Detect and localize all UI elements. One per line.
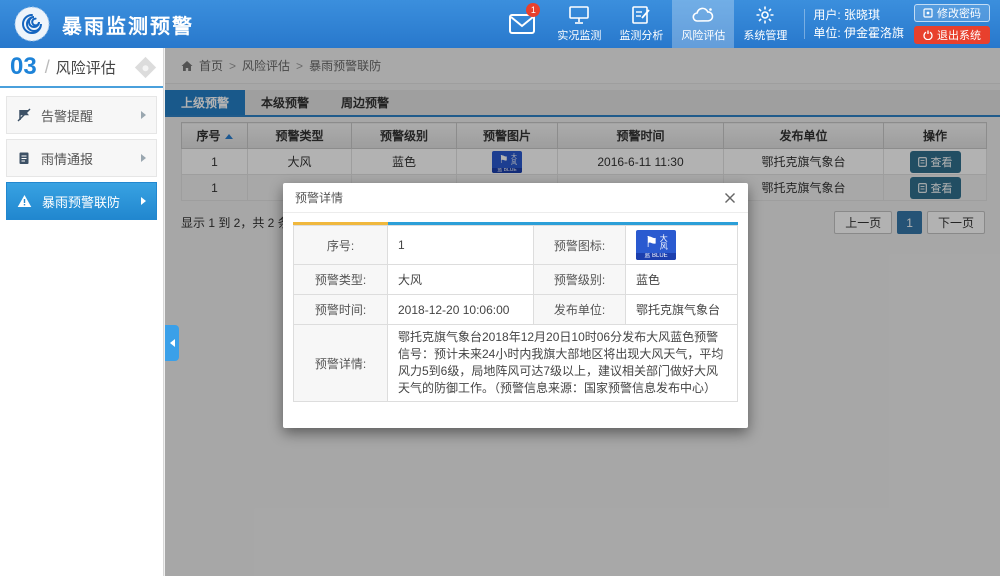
time-label: 预警时间: <box>294 295 388 325</box>
sidebar-collapse-handle[interactable] <box>165 325 179 361</box>
section-slash: / <box>45 57 50 78</box>
detail-label: 预警详情: <box>294 325 388 402</box>
seq-label: 序号: <box>294 226 388 265</box>
user-name: 用户: 张晓琪 <box>813 6 904 24</box>
warning-detail-table: 序号: 1 预警图标: ⚑大风 蓝 BLUE 预警类型: 大风 预警级别: 蓝色 <box>293 225 738 402</box>
wind-blue-warning-icon: ⚑大风 蓝 BLUE <box>636 230 676 260</box>
section-title: 风险评估 <box>56 57 116 78</box>
modal-body: 序号: 1 预警图标: ⚑大风 蓝 BLUE 预警类型: 大风 预警级别: 蓝色 <box>283 213 748 402</box>
sidebar-item-label: 暴雨预警联防 <box>42 192 120 211</box>
detail-row: 预警时间: 2018-12-20 10:06:00 发布单位: 鄂托克旗气象台 <box>294 295 738 325</box>
nav-item-monitor-analysis[interactable]: 监测分析 <box>610 0 672 48</box>
sidebar-item-rain-report[interactable]: 雨情通报 <box>6 139 157 177</box>
navbar-divider <box>804 9 805 39</box>
logout-label: 退出系统 <box>937 27 981 43</box>
detail-text: 鄂托克旗气象台2018年12月20日10时06分发布大风蓝色预警信号：预计未来2… <box>388 325 738 402</box>
alert-icon <box>17 108 31 122</box>
nav-item-risk-assessment[interactable]: 风险评估 <box>672 0 734 48</box>
power-icon <box>923 30 933 40</box>
weather-bureau-logo-icon <box>14 6 50 42</box>
logout-button[interactable]: 退出系统 <box>914 26 990 44</box>
unit-label: 发布单位: <box>534 295 626 325</box>
level-value: 蓝色 <box>626 265 738 295</box>
section-number: 03 <box>10 53 37 81</box>
modal-header: 预警详情 <box>283 183 748 213</box>
type-value: 大风 <box>388 265 534 295</box>
sidebar-item-label: 告警提醒 <box>41 106 93 125</box>
detail-row: 序号: 1 预警图标: ⚑大风 蓝 BLUE <box>294 226 738 265</box>
user-unit: 单位: 伊金霍洛旗 <box>813 24 904 42</box>
close-icon[interactable] <box>724 192 736 204</box>
chevron-right-icon <box>141 111 146 119</box>
nav-item-realtime-monitor[interactable]: 实况监测 <box>548 0 610 48</box>
sidebar-header: 03 / 风险评估 <box>0 48 163 88</box>
sidebar: 03 / 风险评估 告警提醒 <box>0 48 164 576</box>
navbar-buttons: 修改密码 退出系统 <box>914 4 990 44</box>
detail-row: 预警类型: 大风 预警级别: 蓝色 <box>294 265 738 295</box>
messages-button[interactable]: 1 <box>496 0 548 48</box>
app-title: 暴雨监测预警 <box>62 10 194 39</box>
message-count-badge: 1 <box>526 3 540 17</box>
arrow-left-icon <box>170 339 175 347</box>
time-value: 2018-12-20 10:06:00 <box>388 295 534 325</box>
nav-label: 系统管理 <box>743 27 787 43</box>
user-info: 用户: 张晓琪 单位: 伊金霍洛旗 <box>813 6 904 42</box>
chevron-right-icon <box>141 197 146 205</box>
diamond-icon <box>135 56 156 77</box>
key-icon <box>923 8 933 18</box>
report-icon <box>17 151 31 165</box>
icon-label: 预警图标: <box>534 226 626 265</box>
top-navbar: 暴雨监测预警 1 实况监测 <box>0 0 1000 48</box>
modal-title: 预警详情 <box>295 189 343 206</box>
change-password-button[interactable]: 修改密码 <box>914 4 990 22</box>
warning-detail-modal: 预警详情 序号: 1 预警图标: <box>283 183 748 428</box>
gear-icon <box>755 5 775 25</box>
sidebar-item-alert-reminder[interactable]: 告警提醒 <box>6 96 157 134</box>
change-password-label: 修改密码 <box>937 5 981 21</box>
level-label: 预警级别: <box>534 265 626 295</box>
detail-table-topline <box>293 222 738 225</box>
seq-value: 1 <box>388 226 534 265</box>
detail-row: 预警详情: 鄂托克旗气象台2018年12月20日10时06分发布大风蓝色预警信号… <box>294 325 738 402</box>
nav-label: 风险评估 <box>681 27 725 43</box>
nav-label: 监测分析 <box>619 27 663 43</box>
flag-glyph: ⚑ <box>645 233 658 251</box>
nav-label: 实况监测 <box>557 27 601 43</box>
sidebar-item-rainstorm-joint-defense[interactable]: 暴雨预警联防 <box>6 182 157 220</box>
chevron-right-icon <box>141 154 146 162</box>
monitor-icon <box>568 5 590 25</box>
sidebar-menu: 告警提醒 雨情通报 <box>0 88 163 228</box>
warning-triangle-icon <box>17 194 32 208</box>
unit-value: 鄂托克旗气象台 <box>626 295 738 325</box>
sidebar-item-label: 雨情通报 <box>41 149 93 168</box>
type-label: 预警类型: <box>294 265 388 295</box>
envelope-icon <box>509 14 535 34</box>
app-window: 暴雨监测预警 1 实况监测 <box>0 0 1000 576</box>
nav-item-system-management[interactable]: 系统管理 <box>734 0 796 48</box>
icon-value: ⚑大风 蓝 BLUE <box>626 226 738 265</box>
cloud-icon <box>691 5 715 25</box>
document-edit-icon <box>631 5 651 25</box>
